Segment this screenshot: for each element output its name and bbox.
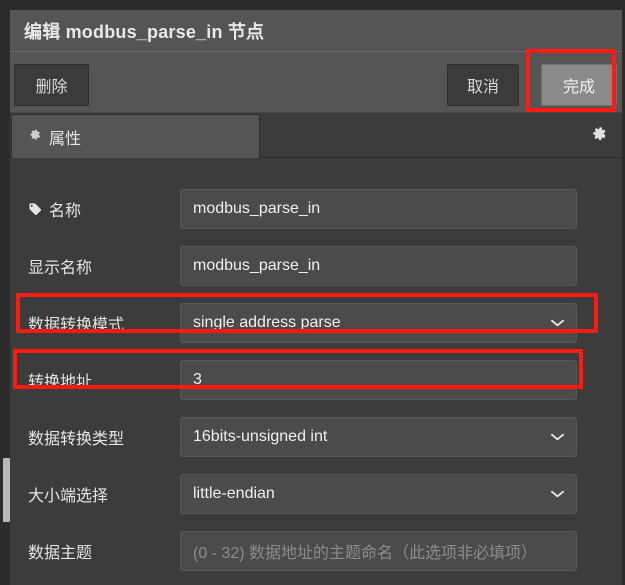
label-parse-address-text: 转换地址 [28, 373, 93, 391]
name-input[interactable]: modbus_parse_in [180, 188, 577, 229]
form-row-parse-address: 转换地址 3 [10, 351, 622, 408]
chevron-down-icon [551, 433, 564, 441]
form-row-parse-mode: 数据转换模式 single address parse [10, 294, 622, 351]
window-edge-top [0, 0, 625, 10]
label-endianness: 大小端选择 [10, 482, 180, 506]
form-row-endianness: 大小端选择 little-endian [10, 465, 622, 522]
label-data-topic-text: 数据主题 [28, 544, 93, 562]
label-name: 名称 [10, 197, 180, 221]
endianness-select[interactable]: little-endian [180, 473, 577, 514]
label-display-name-text: 显示名称 [28, 259, 93, 277]
done-button[interactable]: 完成 [541, 64, 617, 106]
label-data-type-text: 数据转换类型 [28, 430, 125, 448]
page-title: 编辑 modbus_parse_in 节点 [24, 21, 265, 42]
label-name-text: 名称 [49, 202, 82, 220]
form-row-name: 名称 modbus_parse_in [10, 180, 622, 237]
display-name-input[interactable]: modbus_parse_in [180, 245, 577, 286]
chevron-down-icon [551, 319, 564, 327]
tag-icon [28, 202, 42, 216]
label-endianness-text: 大小端选择 [28, 487, 109, 505]
data-topic-input[interactable]: (0 - 32) 数据地址的主题命名（此选项非必填项） [180, 530, 577, 571]
edit-node-dialog: 编辑 modbus_parse_in 节点 删除 取消 完成 属性 名称 mod… [0, 0, 625, 585]
dialog-toolbar: 删除 取消 完成 [10, 52, 622, 113]
gear-icon [28, 128, 41, 146]
form-row-display-name: 显示名称 modbus_parse_in [10, 237, 622, 294]
data-type-select[interactable]: 16bits-unsigned int [180, 416, 577, 457]
delete-button[interactable]: 删除 [14, 64, 89, 106]
data-type-value: 16bits-unsigned int [193, 427, 328, 445]
label-data-topic: 数据主题 [10, 539, 180, 563]
label-parse-mode: 数据转换模式 [10, 311, 180, 335]
gear-icon [591, 126, 606, 146]
label-parse-address: 转换地址 [10, 368, 180, 392]
label-display-name: 显示名称 [10, 254, 180, 278]
tab-properties-label: 属性 [49, 130, 82, 148]
form-row-data-type: 数据转换类型 16bits-unsigned int [10, 408, 622, 465]
properties-form: 名称 modbus_parse_in 显示名称 modbus_parse_in … [10, 158, 622, 585]
parse-mode-select[interactable]: single address parse [180, 302, 577, 343]
label-data-type: 数据转换类型 [10, 425, 180, 449]
vertical-scrollbar-thumb[interactable] [3, 458, 10, 522]
settings-gear-button[interactable] [577, 114, 619, 157]
form-row-data-topic: 数据主题 (0 - 32) 数据地址的主题命名（此选项非必填项） [10, 522, 622, 579]
tab-properties[interactable]: 属性 [11, 114, 260, 158]
parse-mode-value: single address parse [193, 313, 341, 331]
dialog-titlebar: 编辑 modbus_parse_in 节点 [10, 10, 622, 52]
tab-strip: 属性 [10, 113, 622, 158]
cancel-button[interactable]: 取消 [447, 64, 519, 106]
chevron-down-icon [551, 490, 564, 498]
endianness-value: little-endian [193, 484, 275, 502]
parse-address-input[interactable]: 3 [180, 359, 577, 400]
label-parse-mode-text: 数据转换模式 [28, 316, 125, 334]
